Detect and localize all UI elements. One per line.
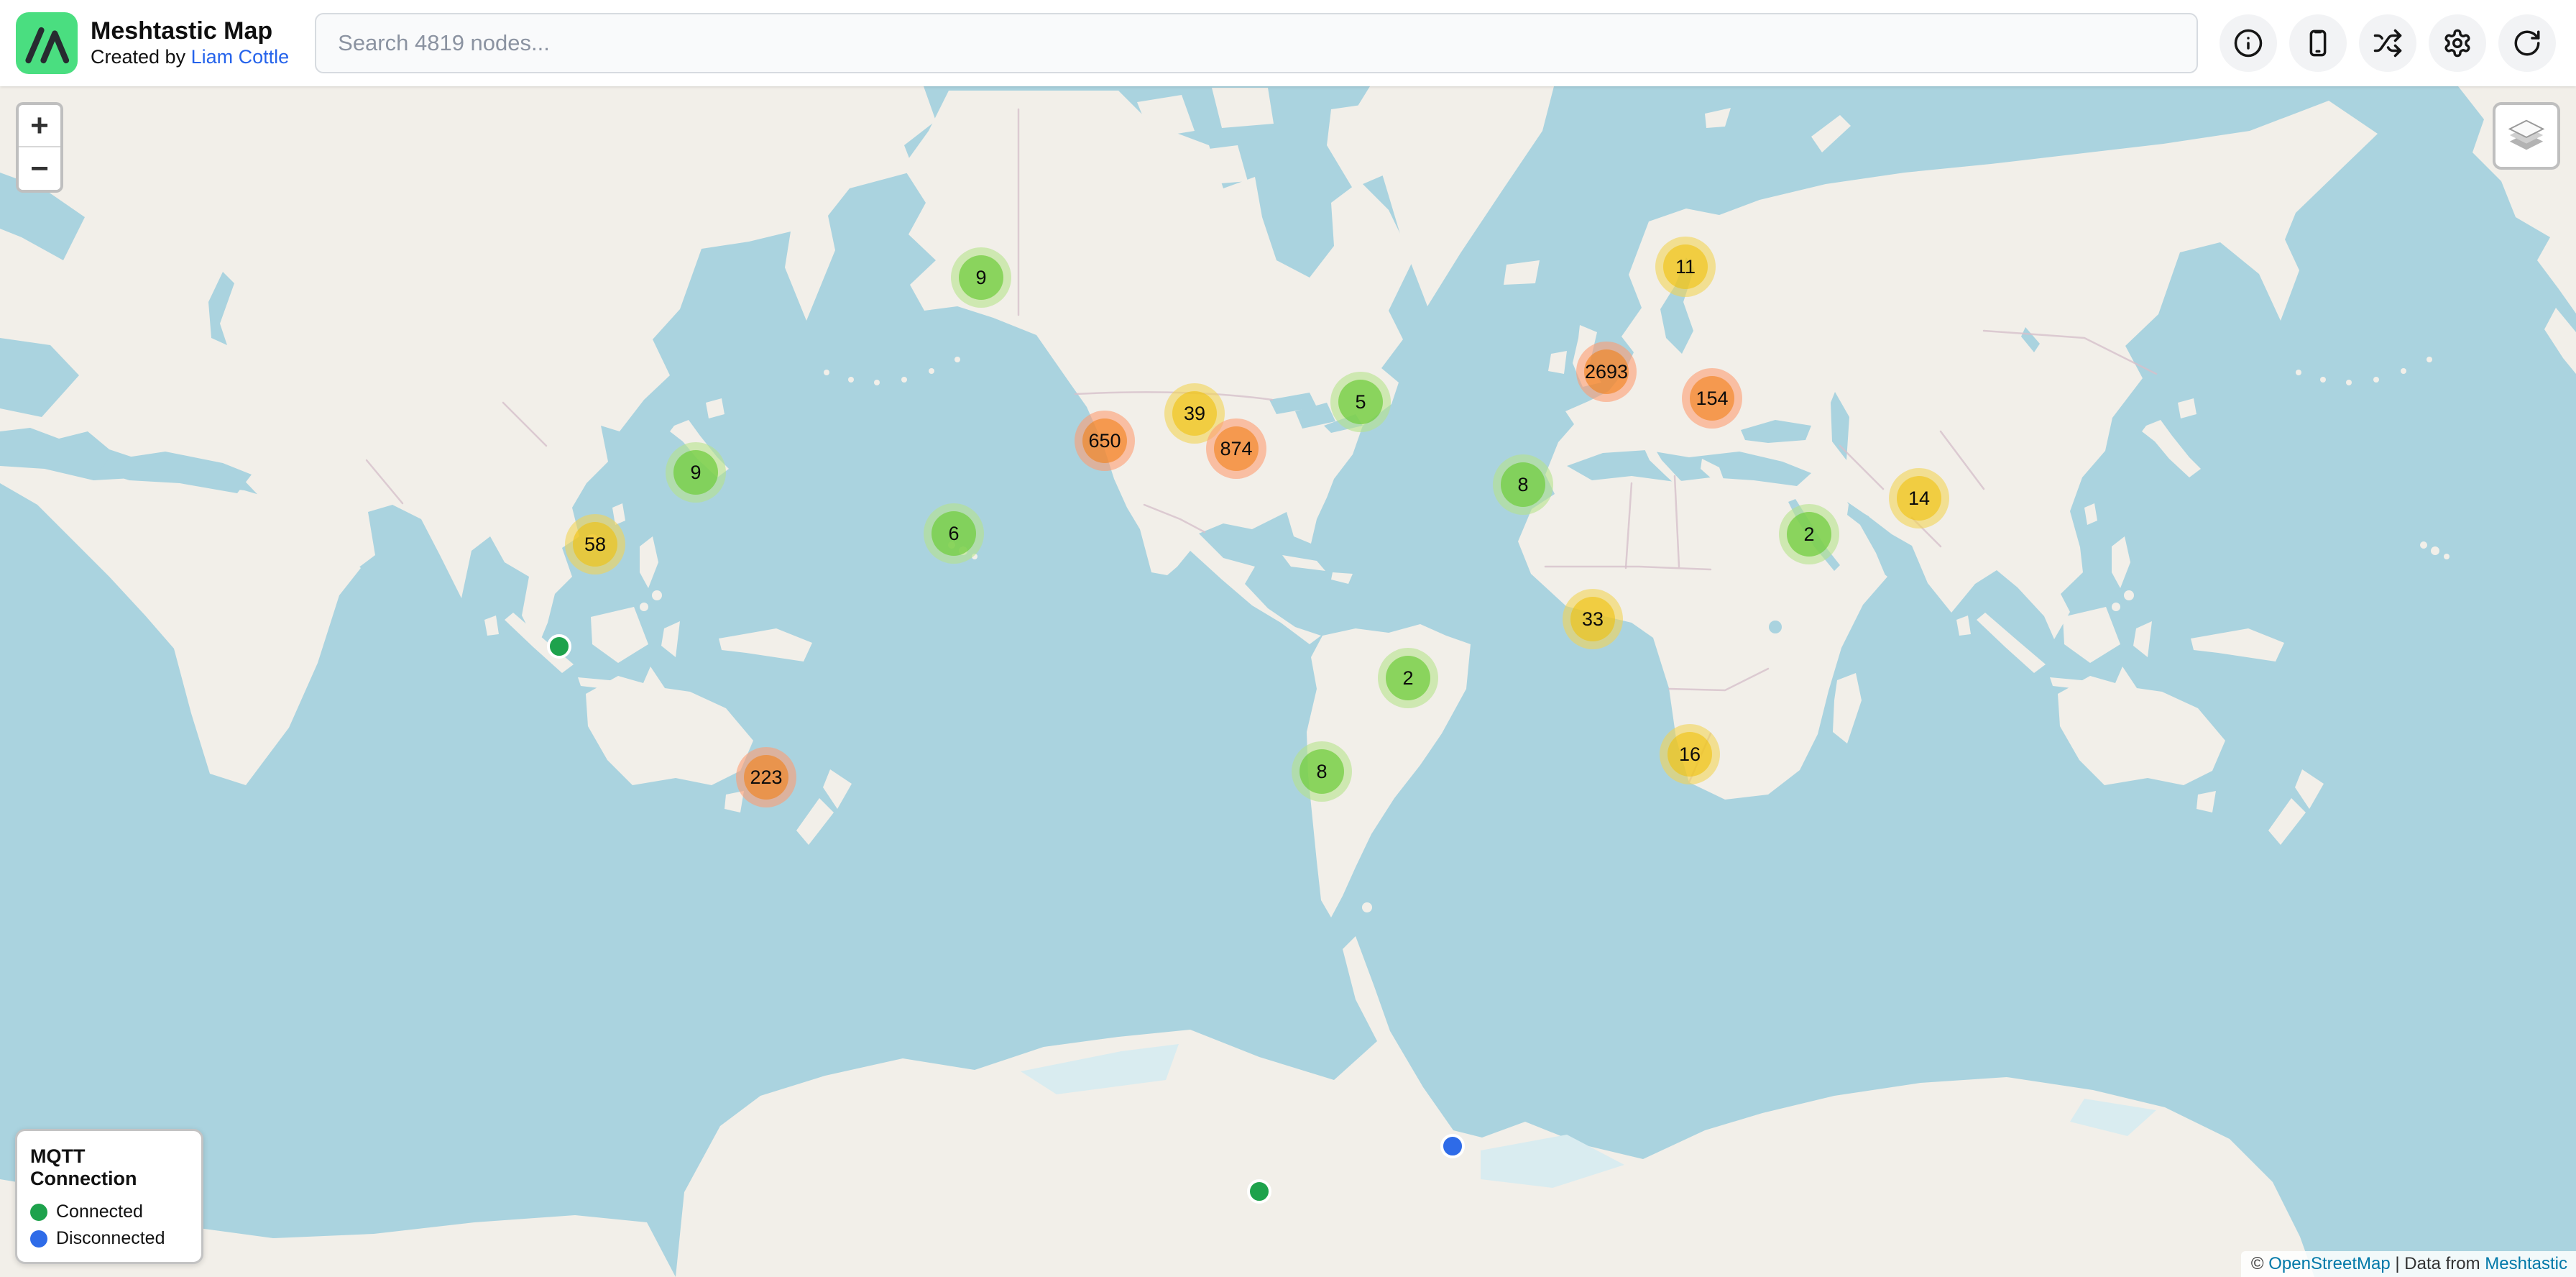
- cluster-marker[interactable]: 223: [736, 747, 796, 807]
- cluster-marker[interactable]: 6: [924, 503, 984, 564]
- random-node-button[interactable]: [2359, 14, 2416, 72]
- legend-title: MQTT Connection: [30, 1145, 188, 1190]
- info-button[interactable]: [2220, 14, 2277, 72]
- shuffle-icon: [2373, 28, 2403, 58]
- cluster-marker[interactable]: 2693: [1576, 342, 1637, 402]
- info-icon: [2233, 28, 2263, 58]
- mqtt-legend: MQTT Connection Connected Disconnected: [15, 1129, 203, 1264]
- search-input[interactable]: [315, 13, 2198, 73]
- top-bar: Meshtastic Map Created by Liam Cottle: [0, 0, 2576, 86]
- cluster-marker[interactable]: 650: [1075, 411, 1135, 471]
- mobile-app-button[interactable]: [2289, 14, 2347, 72]
- markers-layer: 911269315439650874598214586332168223: [0, 0, 2576, 1277]
- title-block: Meshtastic Map Created by Liam Cottle: [91, 17, 289, 68]
- refresh-button[interactable]: [2498, 14, 2556, 72]
- header-buttons: [2220, 14, 2556, 72]
- node-marker-disconnected[interactable]: [1440, 1134, 1465, 1158]
- cluster-marker[interactable]: 8: [1493, 454, 1553, 515]
- cluster-marker[interactable]: 33: [1563, 589, 1623, 649]
- cluster-marker[interactable]: 2: [1779, 504, 1839, 564]
- smartphone-icon: [2303, 28, 2333, 58]
- connected-dot: [30, 1204, 47, 1221]
- meshtastic-logo-icon: [21, 22, 73, 65]
- disconnected-dot: [30, 1230, 47, 1248]
- zoom-in-button[interactable]: +: [19, 105, 60, 147]
- cluster-marker[interactable]: 5: [1330, 372, 1391, 432]
- settings-button[interactable]: [2429, 14, 2486, 72]
- liam-cottle-link[interactable]: Liam Cottle: [191, 46, 290, 68]
- layers-icon: [2506, 115, 2547, 157]
- node-marker-connected[interactable]: [1247, 1179, 1271, 1204]
- search-container: [315, 13, 2198, 73]
- legend-item-disconnected: Disconnected: [30, 1228, 188, 1249]
- map-attribution: © OpenStreetMap | Data from Meshtastic: [2241, 1251, 2576, 1277]
- legend-item-connected: Connected: [30, 1202, 188, 1222]
- node-marker-connected[interactable]: [547, 634, 571, 659]
- openstreetmap-link[interactable]: OpenStreetMap: [2268, 1254, 2390, 1274]
- cluster-marker[interactable]: 16: [1660, 724, 1720, 784]
- zoom-control: + −: [16, 102, 63, 193]
- legend-label: Connected: [56, 1202, 143, 1222]
- cluster-marker[interactable]: 8: [1292, 741, 1352, 802]
- attribution-separator: | Data from: [2391, 1254, 2485, 1274]
- cluster-marker[interactable]: 58: [565, 514, 625, 575]
- cluster-marker[interactable]: 874: [1206, 418, 1266, 479]
- gear-icon: [2442, 28, 2472, 58]
- cluster-marker[interactable]: 14: [1889, 468, 1949, 528]
- cluster-marker[interactable]: 9: [666, 442, 726, 503]
- map-canvas[interactable]: 911269315439650874598214586332168223 + −…: [0, 0, 2576, 1277]
- refresh-icon: [2512, 28, 2542, 58]
- app-subtitle: Created by Liam Cottle: [91, 45, 289, 68]
- layers-control[interactable]: [2493, 102, 2560, 170]
- legend-label: Disconnected: [56, 1228, 165, 1249]
- attribution-copyright: ©: [2251, 1254, 2268, 1274]
- cluster-marker[interactable]: 154: [1682, 368, 1742, 429]
- cluster-marker[interactable]: 11: [1655, 237, 1716, 297]
- subtitle-prefix: Created by: [91, 46, 191, 68]
- meshtastic-link[interactable]: Meshtastic: [2485, 1254, 2567, 1274]
- app-title: Meshtastic Map: [91, 17, 289, 45]
- cluster-marker[interactable]: 9: [951, 247, 1011, 308]
- cluster-marker[interactable]: 2: [1378, 648, 1438, 708]
- meshtastic-logo: [16, 12, 78, 74]
- zoom-out-button[interactable]: −: [19, 147, 60, 190]
